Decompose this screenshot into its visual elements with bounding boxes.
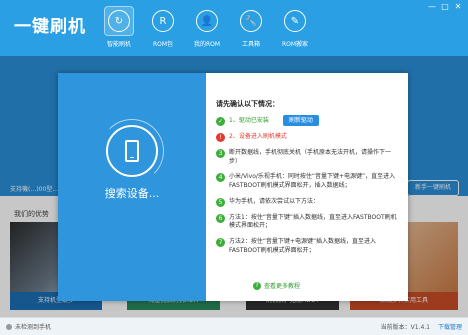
help-icon: ? [253, 281, 261, 290]
toolbox-icon: 🔧 [240, 10, 262, 32]
nav-label: 智能刷机 [106, 41, 131, 48]
nav-label: 我的ROM [193, 41, 221, 48]
step-number-icon: 5 [216, 197, 225, 207]
nav-item-1[interactable]: R ROM包 [142, 6, 184, 52]
refresh-driver-button[interactable]: 刷新驱动 [282, 115, 319, 126]
warning-icon: ! [216, 133, 225, 142]
status-right: 当前版本：V1.4.1 下载管理 [381, 322, 462, 331]
minimize-button[interactable]: — [427, 2, 437, 12]
step-text: 华为手机，请依次尝试以下方法： [229, 197, 320, 205]
phone-icon [125, 140, 139, 162]
window-controls: — □ ✕ [427, 2, 463, 12]
nav-label: ROM包 [152, 41, 174, 48]
instruction-step: 4 小米/Vivo/乐视手机：同时按住“音量下键+电源键”，直至进入FASTBOO… [216, 173, 400, 190]
status-bar: 未检测到手机 当前版本：V1.4.1 下载管理 [0, 317, 468, 335]
check-icon: ✓ [216, 117, 225, 126]
instruction-step: 6 方法1：按住“音量下键”插入数据线，直至进入FASTBOOT刷机模式界面松开； [216, 213, 400, 231]
nav-item-0[interactable]: ↻ 智能刷机 [98, 6, 140, 52]
close-button[interactable]: ✕ [453, 2, 463, 12]
nav-icon-frame: 👤 [192, 6, 222, 36]
instructions-panel: 请先确认以下情况： ✓ 1、驱动已安装 刷新驱动! 2、设备进入刷机模式 3 断开数据线，… [206, 73, 408, 301]
instructions-list: ✓ 1、驱动已安装 刷新驱动! 2、设备进入刷机模式 3 断开数据线，手机彻底关机（手机原… [216, 115, 400, 256]
app-title: 一键刷机 [14, 17, 86, 37]
step-text: 1、驱动已安装 [229, 117, 269, 124]
step-number-icon: 3 [216, 149, 225, 158]
nav-item-2[interactable]: 👤 我的ROM [186, 6, 228, 52]
instruction-step: ✓ 1、驱动已安装 刷新驱动 [216, 115, 400, 126]
step-text: 断开数据线，手机彻底关机（手机原本无法开机，请操作下一步） [229, 149, 392, 165]
more-tutorials-label: 查看更多教程 [264, 283, 301, 290]
nav-item-4[interactable]: ✎ ROM搬家 [274, 6, 316, 52]
phone-ring [106, 125, 158, 177]
search-panel: 搜索设备... [58, 73, 206, 301]
instructions-title: 请先确认以下情况： [216, 100, 279, 108]
nav-icon-frame: 🔧 [236, 6, 266, 36]
nav-label: ROM搬家 [281, 41, 309, 48]
rom-move-icon: ✎ [284, 10, 306, 32]
step-text: 方法1：按住“音量下键”插入数据线，直至进入FASTBOOT刷机模式界面松开； [229, 213, 397, 230]
nav-icon-frame: R [148, 6, 178, 36]
instruction-step: 3 断开数据线，手机彻底关机（手机原本无法开机，请操作下一步） [216, 149, 400, 166]
version-label: 当前版本：V1.4.1 [380, 324, 430, 331]
nav-icon-frame: ↻ [104, 6, 134, 36]
title-bar: 一键刷机 ↻ 智能刷机 R ROM包 👤 我的ROM 🔧 工具箱 ✎ ROM搬家 — □ ✕ [0, 0, 468, 56]
step-number-icon: 6 [216, 213, 225, 223]
step-text: 方法2：按住“音量下键+电源键”插入数据线，直至进入FASTBOOT刷机模式界面… [229, 238, 377, 254]
rom-package-icon: R [152, 10, 174, 32]
smart-flash-icon: ↻ [108, 10, 130, 32]
nav-icon-frame: ✎ [280, 6, 310, 36]
device-status: 未检测到手机 [6, 322, 51, 331]
nav-label: 工具箱 [241, 41, 260, 48]
maximize-button[interactable]: □ [440, 2, 450, 12]
device-search-dialog: 搜索设备... 请先确认以下情况： ✓ 1、驱动已安装 刷新驱动! 2、设备进入刷机模… [58, 73, 408, 301]
step-number-icon: 4 [216, 173, 225, 183]
step-text: 小米/Vivo/乐视手机：同时按住“音量下键+电源键”，直至进入FASTBOOT… [229, 173, 396, 190]
my-rom-icon: 👤 [196, 10, 218, 32]
device-status-text: 未检测到手机 [15, 324, 52, 331]
instruction-step: 7 方法2：按住“音量下键+电源键”插入数据线，直至进入FASTBOOT刷机模式界… [216, 238, 400, 255]
step-text: 2、设备进入刷机模式 [229, 133, 287, 140]
more-tutorials-link[interactable]: ? 查看更多教程 [253, 281, 300, 290]
step-number-icon: 7 [216, 238, 225, 248]
instruction-step: ! 2、设备进入刷机模式 [216, 133, 400, 142]
download-manager-link[interactable]: 下载管理 [438, 322, 462, 331]
nav-item-3[interactable]: 🔧 工具箱 [230, 6, 272, 52]
main-nav: ↻ 智能刷机 R ROM包 👤 我的ROM 🔧 工具箱 ✎ ROM搬家 [98, 6, 318, 52]
instruction-step: 5 华为手机，请依次尝试以下方法： [216, 197, 400, 207]
search-status: 搜索设备... [104, 187, 160, 200]
status-dot-icon [6, 323, 12, 330]
